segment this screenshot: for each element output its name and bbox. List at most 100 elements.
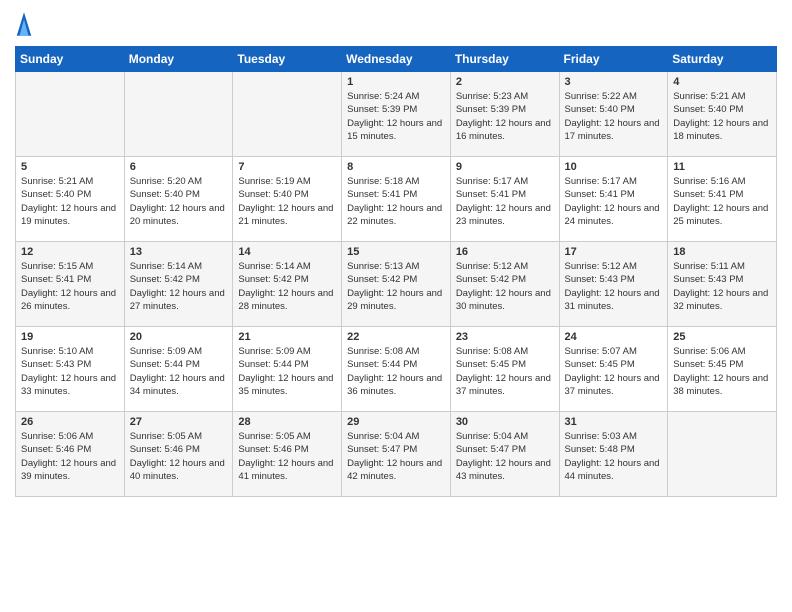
day-cell: 14 Sunrise: 5:14 AMSunset: 5:42 PMDayligh… (233, 242, 342, 327)
day-cell: 28 Sunrise: 5:05 AMSunset: 5:46 PMDayligh… (233, 412, 342, 497)
day-info: Sunrise: 5:20 AMSunset: 5:40 PMDaylight:… (130, 175, 228, 228)
day-info: Sunrise: 5:11 AMSunset: 5:43 PMDaylight:… (673, 260, 771, 313)
weekday-header-sunday: Sunday (16, 47, 125, 72)
day-cell: 15 Sunrise: 5:13 AMSunset: 5:42 PMDayligh… (342, 242, 451, 327)
day-cell: 18 Sunrise: 5:11 AMSunset: 5:43 PMDayligh… (668, 242, 777, 327)
day-number: 13 (130, 246, 228, 258)
day-info: Sunrise: 5:12 AMSunset: 5:43 PMDaylight:… (565, 260, 663, 313)
day-cell: 3 Sunrise: 5:22 AMSunset: 5:40 PMDaylight… (559, 72, 668, 157)
day-cell: 9 Sunrise: 5:17 AMSunset: 5:41 PMDaylight… (450, 157, 559, 242)
day-number: 14 (238, 246, 336, 258)
logo (15, 10, 39, 38)
day-cell: 24Sunrise: 5:07 AMSunset: 5:45 PMDayligh… (559, 327, 668, 412)
weekday-header-tuesday: Tuesday (233, 47, 342, 72)
day-number: 27 (130, 416, 228, 428)
logo-icon (15, 10, 33, 38)
day-info: Sunrise: 5:14 AMSunset: 5:42 PMDaylight:… (130, 260, 228, 313)
day-number: 1 (347, 76, 445, 88)
day-info: Sunrise: 5:10 AMSunset: 5:43 PMDaylight:… (21, 345, 119, 398)
day-info: Sunrise: 5:06 AMSunset: 5:46 PMDaylight:… (21, 430, 119, 483)
day-info: Sunrise: 5:12 AMSunset: 5:42 PMDaylight:… (456, 260, 554, 313)
day-info: Sunrise: 5:04 AMSunset: 5:47 PMDaylight:… (456, 430, 554, 483)
day-info: Sunrise: 5:22 AMSunset: 5:40 PMDaylight:… (565, 90, 663, 143)
header (15, 10, 777, 38)
day-info: Sunrise: 5:07 AMSunset: 5:45 PMDaylight:… (565, 345, 663, 398)
day-info: Sunrise: 5:16 AMSunset: 5:41 PMDaylight:… (673, 175, 771, 228)
day-number: 5 (21, 161, 119, 173)
weekday-header-wednesday: Wednesday (342, 47, 451, 72)
day-info: Sunrise: 5:13 AMSunset: 5:42 PMDaylight:… (347, 260, 445, 313)
day-info: Sunrise: 5:23 AMSunset: 5:39 PMDaylight:… (456, 90, 554, 143)
day-info: Sunrise: 5:05 AMSunset: 5:46 PMDaylight:… (130, 430, 228, 483)
day-cell: 21Sunrise: 5:09 AMSunset: 5:44 PMDayligh… (233, 327, 342, 412)
day-cell: 27 Sunrise: 5:05 AMSunset: 5:46 PMDayligh… (124, 412, 233, 497)
day-info: Sunrise: 5:15 AMSunset: 5:41 PMDaylight:… (21, 260, 119, 313)
calendar-header: SundayMondayTuesdayWednesdayThursdayFrid… (16, 47, 777, 72)
day-info: Sunrise: 5:21 AMSunset: 5:40 PMDaylight:… (21, 175, 119, 228)
day-info: Sunrise: 5:08 AMSunset: 5:44 PMDaylight:… (347, 345, 445, 398)
day-cell (124, 72, 233, 157)
day-info: Sunrise: 5:24 AMSunset: 5:39 PMDaylight:… (347, 90, 445, 143)
day-info: Sunrise: 5:19 AMSunset: 5:40 PMDaylight:… (238, 175, 336, 228)
day-number: 3 (565, 76, 663, 88)
day-cell: 11 Sunrise: 5:16 AMSunset: 5:41 PMDayligh… (668, 157, 777, 242)
day-info: Sunrise: 5:14 AMSunset: 5:42 PMDaylight:… (238, 260, 336, 313)
day-number: 4 (673, 76, 771, 88)
week-row-2: 5 Sunrise: 5:21 AMSunset: 5:40 PMDaylight… (16, 157, 777, 242)
day-number: 31 (565, 416, 663, 428)
day-number: 20 (130, 331, 228, 343)
day-info: Sunrise: 5:17 AMSunset: 5:41 PMDaylight:… (456, 175, 554, 228)
day-cell: 7 Sunrise: 5:19 AMSunset: 5:40 PMDaylight… (233, 157, 342, 242)
day-info: Sunrise: 5:08 AMSunset: 5:45 PMDaylight:… (456, 345, 554, 398)
day-info: Sunrise: 5:18 AMSunset: 5:41 PMDaylight:… (347, 175, 445, 228)
week-row-4: 19Sunrise: 5:10 AMSunset: 5:43 PMDayligh… (16, 327, 777, 412)
week-row-1: 1 Sunrise: 5:24 AMSunset: 5:39 PMDaylight… (16, 72, 777, 157)
day-number: 16 (456, 246, 554, 258)
day-number: 8 (347, 161, 445, 173)
day-number: 28 (238, 416, 336, 428)
day-cell: 13 Sunrise: 5:14 AMSunset: 5:42 PMDayligh… (124, 242, 233, 327)
day-cell: 16 Sunrise: 5:12 AMSunset: 5:42 PMDayligh… (450, 242, 559, 327)
day-number: 25 (673, 331, 771, 343)
day-cell: 1 Sunrise: 5:24 AMSunset: 5:39 PMDaylight… (342, 72, 451, 157)
day-number: 2 (456, 76, 554, 88)
day-cell: 12 Sunrise: 5:15 AMSunset: 5:41 PMDayligh… (16, 242, 125, 327)
calendar-body: 1 Sunrise: 5:24 AMSunset: 5:39 PMDaylight… (16, 72, 777, 497)
day-number: 29 (347, 416, 445, 428)
day-info: Sunrise: 5:09 AMSunset: 5:44 PMDaylight:… (130, 345, 228, 398)
day-cell: 20 Sunrise: 5:09 AMSunset: 5:44 PMDayligh… (124, 327, 233, 412)
day-info: Sunrise: 5:04 AMSunset: 5:47 PMDaylight:… (347, 430, 445, 483)
day-info: Sunrise: 5:21 AMSunset: 5:40 PMDaylight:… (673, 90, 771, 143)
day-cell: 4 Sunrise: 5:21 AMSunset: 5:40 PMDaylight… (668, 72, 777, 157)
day-cell: 6Sunrise: 5:20 AMSunset: 5:40 PMDaylight… (124, 157, 233, 242)
day-number: 7 (238, 161, 336, 173)
day-number: 12 (21, 246, 119, 258)
calendar-table: SundayMondayTuesdayWednesdayThursdayFrid… (15, 46, 777, 497)
weekday-header-saturday: Saturday (668, 47, 777, 72)
day-cell: 2 Sunrise: 5:23 AMSunset: 5:39 PMDaylight… (450, 72, 559, 157)
calendar-container: SundayMondayTuesdayWednesdayThursdayFrid… (0, 0, 792, 512)
day-number: 15 (347, 246, 445, 258)
day-cell (233, 72, 342, 157)
day-number: 18 (673, 246, 771, 258)
week-row-5: 26 Sunrise: 5:06 AMSunset: 5:46 PMDayligh… (16, 412, 777, 497)
day-info: Sunrise: 5:17 AMSunset: 5:41 PMDaylight:… (565, 175, 663, 228)
day-cell: 25Sunrise: 5:06 AMSunset: 5:45 PMDayligh… (668, 327, 777, 412)
day-cell (668, 412, 777, 497)
weekday-row: SundayMondayTuesdayWednesdayThursdayFrid… (16, 47, 777, 72)
day-cell: 10Sunrise: 5:17 AMSunset: 5:41 PMDayligh… (559, 157, 668, 242)
day-cell: 8 Sunrise: 5:18 AMSunset: 5:41 PMDaylight… (342, 157, 451, 242)
day-info: Sunrise: 5:05 AMSunset: 5:46 PMDaylight:… (238, 430, 336, 483)
day-cell (16, 72, 125, 157)
week-row-3: 12 Sunrise: 5:15 AMSunset: 5:41 PMDayligh… (16, 242, 777, 327)
weekday-header-thursday: Thursday (450, 47, 559, 72)
day-number: 9 (456, 161, 554, 173)
day-cell: 31Sunrise: 5:03 AMSunset: 5:48 PMDayligh… (559, 412, 668, 497)
day-number: 11 (673, 161, 771, 173)
day-cell: 26 Sunrise: 5:06 AMSunset: 5:46 PMDayligh… (16, 412, 125, 497)
day-cell: 22Sunrise: 5:08 AMSunset: 5:44 PMDayligh… (342, 327, 451, 412)
day-number: 26 (21, 416, 119, 428)
weekday-header-friday: Friday (559, 47, 668, 72)
day-cell: 23Sunrise: 5:08 AMSunset: 5:45 PMDayligh… (450, 327, 559, 412)
day-cell: 17Sunrise: 5:12 AMSunset: 5:43 PMDayligh… (559, 242, 668, 327)
